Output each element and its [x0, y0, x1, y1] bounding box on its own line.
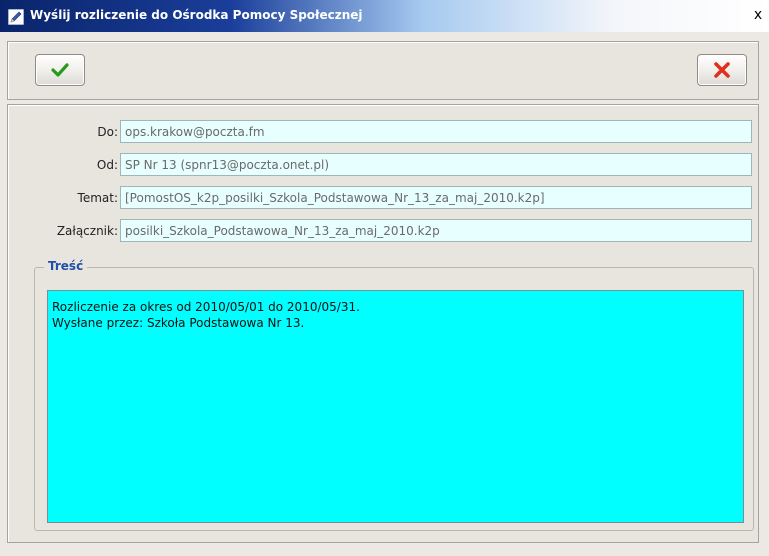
body-line: Rozliczenie za okres od 2010/05/01 do 20… — [52, 300, 360, 314]
title-bar[interactable]: Wyślij rozliczenie do Ośrodka Pomocy Spo… — [0, 0, 769, 32]
close-icon[interactable]: x — [751, 7, 765, 23]
from-label: Od: — [96, 158, 118, 172]
to-field[interactable]: ops.krakow@poczta.fm — [120, 120, 752, 143]
red-x-icon — [714, 62, 730, 78]
attachment-row: Załącznik: posilki_Szkola_Podstawowa_Nr_… — [8, 219, 758, 244]
message-form: Do: ops.krakow@poczta.fm Od: SP Nr 13 (s… — [7, 104, 759, 543]
subject-field[interactable]: [PomostOS_k2p_posilki_Szkola_Podstawowa_… — [120, 186, 752, 209]
pencil-edit-icon — [8, 9, 24, 25]
attachment-label: Załącznik: — [56, 224, 118, 238]
body-line: Wysłane przez: Szkoła Podstawowa Nr 13. — [52, 316, 305, 330]
attachment-field[interactable]: posilki_Szkola_Podstawowa_Nr_13_za_maj_2… — [120, 219, 752, 242]
to-label: Do: — [97, 125, 118, 139]
toolbar — [7, 41, 759, 100]
to-row: Do: ops.krakow@poczta.fm — [8, 120, 758, 145]
message-body-textarea[interactable]: Rozliczenie za okres od 2010/05/01 do 20… — [47, 290, 744, 523]
subject-label: Temat: — [77, 191, 118, 205]
window-title: Wyślij rozliczenie do Ośrodka Pomocy Spo… — [30, 8, 363, 22]
checkmark-icon — [51, 63, 69, 77]
dialog-window: Wyślij rozliczenie do Ośrodka Pomocy Spo… — [0, 0, 769, 556]
cancel-button[interactable] — [697, 54, 747, 86]
body-group-title: Treść — [44, 259, 88, 273]
from-row: Od: SP Nr 13 (spnr13@poczta.onet.pl) — [8, 153, 758, 178]
body-group: Treść Rozliczenie za okres od 2010/05/01… — [34, 259, 754, 531]
send-ok-button[interactable] — [35, 54, 85, 86]
subject-row: Temat: [PomostOS_k2p_posilki_Szkola_Pods… — [8, 186, 758, 211]
from-field[interactable]: SP Nr 13 (spnr13@poczta.onet.pl) — [120, 153, 752, 176]
